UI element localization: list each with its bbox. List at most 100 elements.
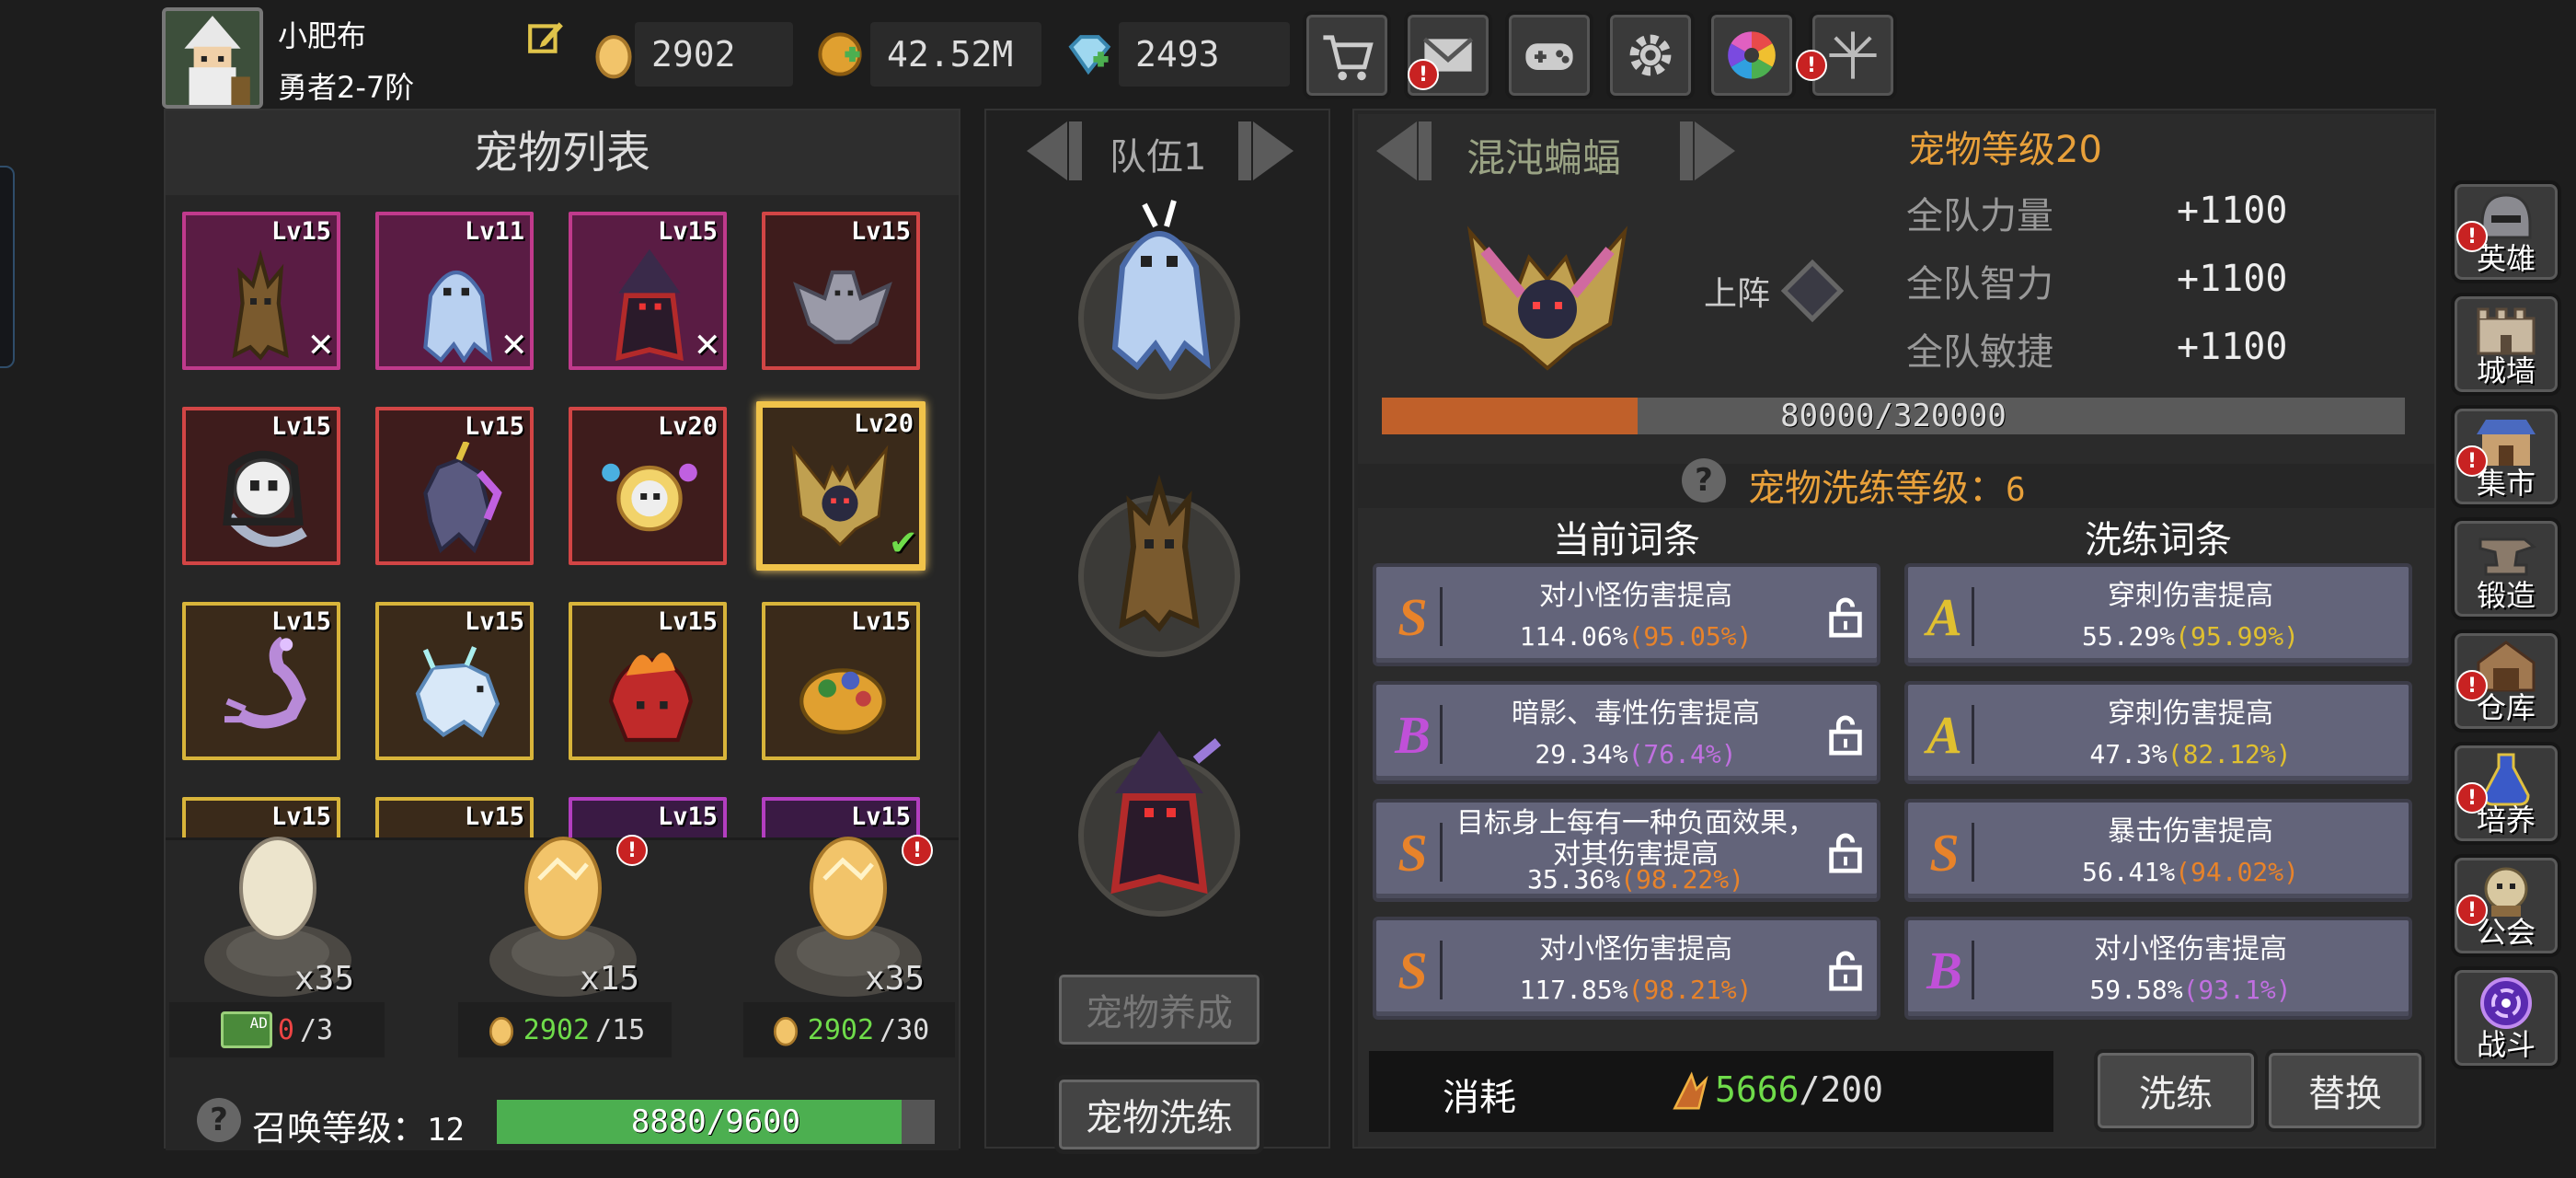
sidebar-alert-badge: ! <box>2456 445 2488 477</box>
pet-level: Lv15 <box>850 607 911 636</box>
pet-card[interactable]: Lv15 <box>182 602 340 760</box>
sidebar-helmet-button[interactable]: 英雄! <box>2451 180 2561 283</box>
cost-value: 5666/200 <box>1715 1069 1883 1110</box>
color-wheel-button[interactable] <box>1708 11 1796 99</box>
cost-label: 消耗 <box>1443 1077 1516 1119</box>
deploy-toggle-icon[interactable] <box>1781 260 1844 322</box>
affix-value: 29.34% <box>1535 739 1628 769</box>
pet-card[interactable]: Lv15 <box>375 602 534 760</box>
sidebar-portal-button[interactable]: 战斗 <box>2451 966 2561 1069</box>
sidebar-wall-button[interactable]: 城墙 <box>2451 293 2561 396</box>
sidebar-label: 城墙 <box>2476 353 2536 388</box>
pet-wash-tab-button[interactable]: 宠物洗练 <box>1054 1075 1264 1154</box>
pet-level: Lv15 <box>464 803 524 831</box>
egg-common-icon[interactable] <box>236 824 320 941</box>
shop-button[interactable] <box>1303 11 1391 99</box>
stat-name: 全队力量 <box>1906 195 2053 237</box>
pet-card[interactable]: Lv15 <box>762 212 920 370</box>
affix-text: 目标身上每有一种负面效果， <box>1456 807 1815 839</box>
egg-cost-need: /15 <box>595 1013 646 1046</box>
sidebar-anvil-button[interactable]: 锻造 <box>2451 517 2561 620</box>
egg-summon-area: x35 AD 0/3 ! x15 2902/15 ! x35 2902/30 ?… <box>166 835 959 1150</box>
egg-gold-icon[interactable] <box>806 824 891 941</box>
egg-ad-cost[interactable]: AD 0/3 <box>169 1002 385 1057</box>
pet-level: Lv15 <box>657 217 718 246</box>
pet-card[interactable]: Lv20 ✔ <box>756 401 926 571</box>
edge-handle[interactable] <box>0 166 15 368</box>
sidebar-alert-badge: ! <box>2456 221 2488 252</box>
summon-help-icon[interactable]: ? <box>197 1098 241 1142</box>
affix-rank: S <box>1386 823 1443 883</box>
lock-icon[interactable] <box>1827 714 1864 756</box>
pet-next-arrow-icon[interactable] <box>1674 114 1759 188</box>
egg-cost[interactable]: 2902/30 <box>743 1002 955 1057</box>
affix-value: 59.58% <box>2089 975 2183 1005</box>
sidebar-warehouse-button[interactable]: 仓库! <box>2451 629 2561 733</box>
sidebar-guild-button[interactable]: 公会! <box>2451 854 2561 957</box>
pet-card[interactable]: Lv15 <box>762 602 920 760</box>
lock-icon[interactable] <box>1827 832 1864 874</box>
sidebar-market-button[interactable]: 集市! <box>2451 405 2561 508</box>
fire-beast-pet-sprite <box>608 653 693 743</box>
pet-list-panel: 宠物列表 Lv15 ✕ Lv11 ✕ Lv15 ✕ Lv15 Lv15 Lv15 Lv20 Lv20… <box>164 109 960 1150</box>
gamepad-icon <box>1525 43 1573 70</box>
summon-level-value: 12 <box>427 1112 465 1149</box>
treant-pet-sprite <box>1119 474 1200 632</box>
affix-value: 47.3% <box>2089 739 2168 769</box>
turtle-pet-sprite <box>799 668 886 734</box>
affix-value: 117.85% <box>1519 975 1628 1005</box>
affix-rank: B <box>1386 705 1443 765</box>
team-next-arrow-icon[interactable] <box>1233 114 1317 188</box>
pet-level: Lv15 <box>464 607 524 636</box>
egg-cost[interactable]: 2902/15 <box>458 1002 672 1057</box>
diamond-icon <box>1068 35 1111 75</box>
unicorn-pet-sprite <box>423 442 502 554</box>
cost-have: 5666 <box>1715 1069 1800 1110</box>
pet-prev-arrow-icon[interactable] <box>1352 114 1437 188</box>
pet-card[interactable]: Lv15 <box>569 602 727 760</box>
gear-icon <box>1629 34 1672 76</box>
equipped-check-icon: ✔ <box>891 517 916 564</box>
pet-level: Lv15 <box>464 412 524 441</box>
egg-alert-badge: ! <box>616 835 648 866</box>
pet-card[interactable]: Lv20 <box>569 407 727 565</box>
lock-icon[interactable] <box>1827 950 1864 992</box>
affix-text: 对小怪伤害提高 <box>2094 933 2287 965</box>
mail-alert-badge: ! <box>1408 59 1439 90</box>
pet-card[interactable]: Lv15 ✕ <box>569 212 727 370</box>
pet-card[interactable]: Lv11 ✕ <box>375 212 534 370</box>
replace-button[interactable]: 替换 <box>2265 1049 2425 1132</box>
player-avatar[interactable] <box>162 7 263 109</box>
affix-percent: (82.12%) <box>2167 739 2292 769</box>
pet-card[interactable]: Lv15 <box>375 797 534 837</box>
settings-button[interactable] <box>1606 11 1695 99</box>
lock-icon[interactable] <box>1827 596 1864 639</box>
affix-rank: A <box>1917 705 1974 765</box>
wash-button[interactable]: 洗练 <box>2094 1049 2258 1132</box>
egg-coin-icon <box>489 1017 513 1046</box>
wash-help-icon[interactable]: ? <box>1682 458 1726 502</box>
pet-card[interactable]: Lv15 <box>375 407 534 565</box>
pet-card[interactable]: Lv15 <box>182 407 340 565</box>
gold-value: 42.52M <box>870 22 1041 87</box>
treant-pet-sprite <box>232 249 289 361</box>
sidebar-potion-button[interactable]: 培养! <box>2451 742 2561 845</box>
ad-max: /3 <box>299 1013 334 1046</box>
pet-detail-panel: 混沌蝙蝠 上阵 宠物等级20 全队力量 +1100 全队智力 +1100 全队敏… <box>1352 109 2436 1149</box>
affix-percent: (95.99%) <box>2175 621 2299 652</box>
pet-level: Lv11 <box>464 217 524 246</box>
player-rank: 勇者2-7阶 <box>278 70 415 105</box>
gamepad-button[interactable] <box>1505 11 1593 99</box>
team-prev-arrow-icon[interactable] <box>1003 114 1087 188</box>
wash-level-label: 宠物洗练等级：6 <box>1748 458 2026 512</box>
unavailable-x-icon: ✕ <box>695 319 720 366</box>
pet-raise-button[interactable]: 宠物养成 <box>1054 970 1264 1049</box>
pet-level: Lv15 <box>270 412 331 441</box>
pet-card[interactable]: Lv15 ✕ <box>182 212 340 370</box>
egg-gold-icon[interactable] <box>521 824 605 941</box>
gold-coin-icon <box>818 32 862 76</box>
edit-name-icon[interactable] <box>526 18 565 57</box>
egg-count: x15 <box>580 960 640 998</box>
pet-level: Lv20 <box>657 412 718 441</box>
egg-cost-have: 2902 <box>523 1013 591 1046</box>
